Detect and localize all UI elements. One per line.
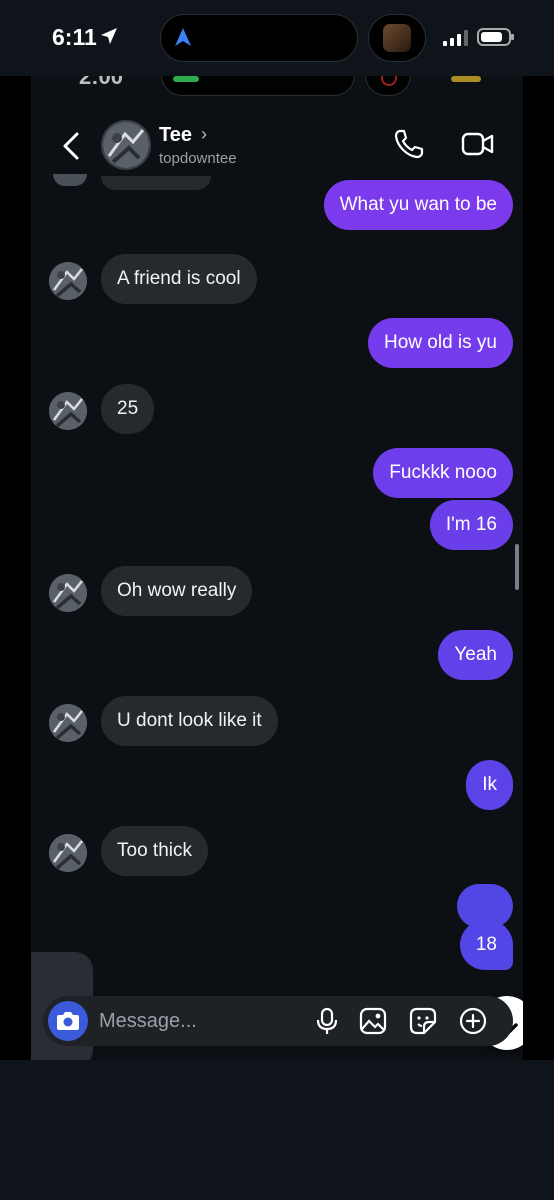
- microphone-icon[interactable]: [313, 1007, 341, 1035]
- video-camera-icon[interactable]: [461, 130, 495, 158]
- contact-username[interactable]: topdowntee: [159, 150, 237, 167]
- sender-avatar[interactable]: [49, 392, 87, 430]
- avatar-image-icon: [49, 392, 87, 430]
- message-input[interactable]: [99, 1005, 299, 1037]
- image-icon[interactable]: [359, 1007, 387, 1035]
- battery-indicator: [451, 76, 481, 82]
- recorded-time: 2:00: [79, 76, 124, 89]
- outgoing-message-bubble[interactable]: How old is yu: [368, 318, 513, 368]
- battery-icon: [477, 28, 514, 46]
- contact-avatar[interactable]: [101, 120, 151, 170]
- message-composer: [43, 996, 513, 1046]
- incoming-message-bubble[interactable]: U dont look like it: [101, 696, 278, 746]
- avatar-image-icon: [49, 262, 87, 300]
- incoming-message-bubble[interactable]: A friend is cool: [101, 254, 257, 304]
- avatar-image-icon: [49, 704, 87, 742]
- chevron-right-icon[interactable]: ›: [201, 124, 207, 145]
- avatar-image-icon: [103, 122, 149, 168]
- plus-circle-icon[interactable]: [459, 1007, 487, 1035]
- sticker-icon[interactable]: [409, 1007, 437, 1035]
- navigation-icon: [175, 28, 191, 46]
- location-arrow-icon: [101, 28, 117, 44]
- outgoing-message-bubble[interactable]: Yeah: [438, 630, 513, 680]
- status-time: 6:11: [52, 24, 97, 50]
- sender-avatar[interactable]: [49, 834, 87, 872]
- phone-icon[interactable]: [393, 128, 425, 160]
- message-bubble-partial: [101, 176, 211, 190]
- incoming-message-bubble[interactable]: 25: [101, 384, 155, 434]
- status-bar: 6:11: [0, 0, 554, 76]
- avatar-partial: [53, 174, 87, 186]
- recorded-status-bar: 2:00: [31, 76, 523, 98]
- contact-name[interactable]: Tee: [159, 124, 192, 147]
- incoming-message-bubble[interactable]: Oh wow really: [101, 566, 253, 616]
- outgoing-message-bubble[interactable]: Fuckkk nooo: [373, 448, 513, 498]
- camera-icon: [57, 1012, 79, 1030]
- incoming-message-bubble[interactable]: Too thick: [101, 826, 208, 876]
- outgoing-message-bubble[interactable]: Ik: [466, 760, 513, 810]
- sender-avatar[interactable]: [49, 704, 87, 742]
- cellular-signal-icon: [443, 30, 468, 46]
- outgoing-message-bubble[interactable]: I'm 16: [429, 500, 513, 550]
- outgoing-message-bubble[interactable]: 18: [459, 920, 513, 970]
- sender-avatar[interactable]: [49, 574, 87, 612]
- outgoing-message-bubble[interactable]: What yu wan to be: [323, 180, 513, 230]
- dm-screen: 2:00 Tee › topdowntee What yu wan to be …: [31, 76, 523, 1060]
- call-indicator: [173, 76, 199, 82]
- scrollbar[interactable]: [515, 544, 519, 590]
- avatar-image-icon: [49, 834, 87, 872]
- sender-avatar[interactable]: [49, 262, 87, 300]
- camera-button[interactable]: [48, 1001, 88, 1041]
- album-art-icon: [383, 24, 411, 52]
- message-thread: What yu wan to be A friend is cool How old…: [31, 172, 523, 992]
- avatar-image-icon: [49, 574, 87, 612]
- back-chevron-icon[interactable]: [57, 128, 85, 164]
